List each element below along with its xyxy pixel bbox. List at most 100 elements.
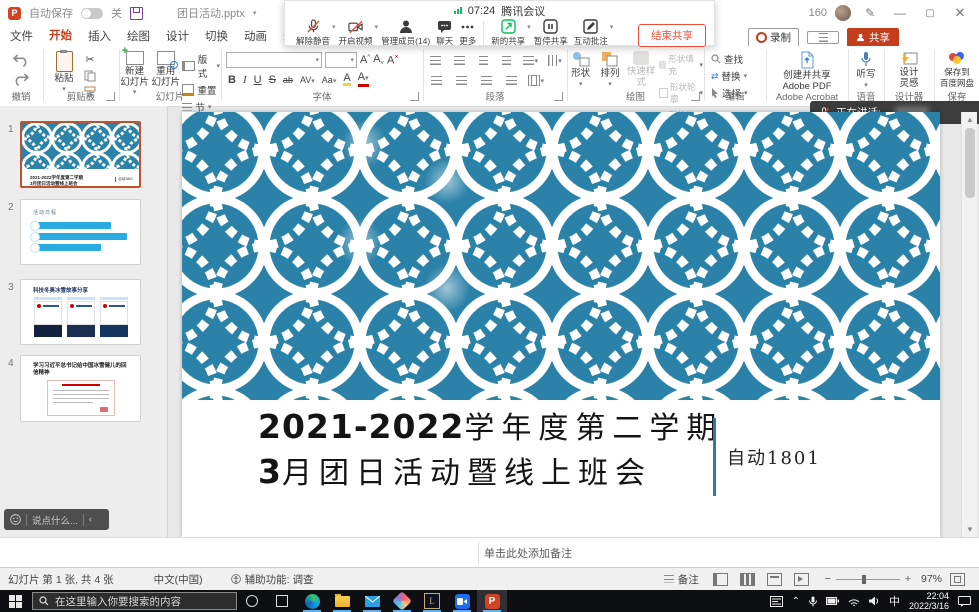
text-direction-icon[interactable]: ▾	[547, 53, 562, 68]
manage-members-button[interactable]: 管理成员(14)	[378, 19, 433, 47]
align-left-icon[interactable]	[428, 73, 444, 88]
slide-thumbnail-4[interactable]: 学习习近平总书记给中国冰雪健儿的回信精神	[20, 355, 141, 422]
taskbar-app-mail[interactable]	[357, 590, 387, 612]
italic-button[interactable]: I	[243, 74, 247, 86]
meeting-chat-pill[interactable]: 说点什么... ‹	[4, 509, 109, 530]
replace-button[interactable]: ⇄替换▾	[711, 69, 747, 83]
end-share-button[interactable]: 结束共享	[638, 24, 706, 47]
dictate-button[interactable]: 听写▾	[849, 46, 883, 91]
undo-icon[interactable]	[13, 52, 29, 67]
taskbar-app-powerpoint[interactable]: P	[477, 590, 507, 612]
record-button[interactable]: 录制	[748, 28, 799, 47]
shrink-font-icon[interactable]: A˅	[373, 53, 384, 67]
new-share-button[interactable]: 新的共享	[488, 19, 528, 47]
autosave-toggle[interactable]	[81, 8, 103, 19]
save-to-baidu-button[interactable]: 保存到百度网盘	[935, 46, 979, 88]
underline-button[interactable]: U	[254, 74, 262, 86]
collapse-chat-icon[interactable]: ‹	[89, 514, 92, 525]
cut-icon[interactable]: ✂	[85, 53, 94, 66]
comments-button[interactable]	[807, 31, 839, 44]
slide-thumbnail-3[interactable]: 科技冬奥冰雪故事分享	[20, 279, 141, 345]
task-view-button[interactable]	[267, 590, 297, 612]
increase-indent-icon[interactable]	[499, 53, 514, 68]
zoom-level[interactable]: 97%	[921, 573, 942, 585]
columns-icon[interactable]: ▾	[528, 73, 544, 88]
accessibility-status[interactable]: 辅助功能: 调查	[231, 572, 314, 587]
slideshow-button[interactable]	[794, 573, 809, 586]
numbering-icon[interactable]	[452, 53, 467, 68]
more-button[interactable]: 更多	[456, 19, 479, 47]
grow-font-icon[interactable]: A^	[360, 54, 370, 66]
create-pdf-button[interactable]: 创建并共享Adobe PDF	[767, 46, 847, 92]
battery-icon[interactable]	[826, 597, 839, 605]
align-center-icon[interactable]	[453, 73, 469, 88]
copy-icon[interactable]	[84, 70, 96, 82]
justify-icon[interactable]	[503, 73, 519, 88]
network-icon[interactable]	[848, 596, 860, 606]
taskbar-clock[interactable]: 22:042022/3/16	[909, 591, 949, 611]
align-right-icon[interactable]	[478, 73, 494, 88]
zoom-in-button[interactable]: +	[905, 573, 911, 585]
clipboard-dialog-launcher[interactable]	[106, 92, 115, 101]
zoom-slider[interactable]	[836, 579, 900, 580]
slide-subtitle[interactable]: 自动1801	[727, 444, 821, 470]
scrollbar-thumb[interactable]	[965, 128, 975, 198]
tab-animations[interactable]: 动画	[236, 25, 275, 47]
zoom-out-button[interactable]: −	[825, 573, 831, 585]
annotate-options-icon[interactable]: ▾	[610, 23, 614, 31]
pause-share-button[interactable]: 暂停共享	[531, 19, 571, 47]
reuse-slides-button[interactable]: 重用幻灯片	[151, 51, 180, 88]
document-title[interactable]: 团日活动.pptx	[177, 5, 245, 21]
share-button[interactable]: 共享	[847, 28, 899, 47]
tab-file[interactable]: 文件	[2, 25, 41, 47]
start-video-button[interactable]: 开启视频	[336, 19, 376, 47]
font-size-dropdown[interactable]: ▾	[325, 52, 357, 68]
tab-design[interactable]: 设计	[158, 25, 197, 47]
bold-button[interactable]: B	[228, 74, 236, 86]
taskbar-app-colorful[interactable]	[387, 590, 417, 612]
normal-view-button[interactable]	[713, 573, 728, 586]
chat-button[interactable]: 聊天	[433, 19, 456, 47]
annotate-button[interactable]: 互动批注	[571, 19, 611, 47]
taskbar-search[interactable]: 在这里输入你要搜索的内容	[32, 592, 237, 610]
drawing-dialog-launcher[interactable]	[691, 92, 700, 101]
highlight-color-icon[interactable]: A	[343, 73, 350, 86]
fit-to-window-button[interactable]	[950, 573, 965, 586]
chat-input-placeholder[interactable]: 说点什么...	[32, 513, 78, 527]
clear-format-icon[interactable]: A×	[387, 54, 398, 67]
ime-indicator[interactable]: 中	[889, 593, 900, 609]
slide-thumbnail-1[interactable]: 2021-2022学年度第二学期3月团日活动暨线上班会 自动1801	[20, 121, 141, 188]
tray-mic-icon[interactable]	[809, 596, 817, 607]
scroll-down-icon[interactable]: ▼	[962, 525, 978, 534]
shapes-button[interactable]: 形状▾	[568, 51, 593, 90]
notes-placeholder[interactable]: 单击此处添加备注	[484, 545, 572, 561]
find-button[interactable]: 查找	[711, 52, 743, 66]
slide-sorter-view-button[interactable]	[740, 573, 755, 586]
decrease-indent-icon[interactable]	[476, 53, 491, 68]
unmute-button[interactable]: 解除静音	[293, 19, 333, 47]
scroll-up-icon[interactable]: ▲	[962, 112, 978, 124]
bullets-icon[interactable]	[428, 53, 443, 68]
reading-view-button[interactable]	[767, 573, 782, 586]
save-icon[interactable]	[130, 7, 143, 20]
news-widget-icon[interactable]	[770, 596, 783, 607]
shape-fill-button[interactable]: 形状填充▾	[659, 53, 703, 77]
taskbar-app-explorer[interactable]	[327, 590, 357, 612]
language-status[interactable]: 中文(中国)	[154, 572, 203, 587]
maximize-button[interactable]: ▢	[919, 8, 941, 19]
tab-home[interactable]: 开始	[41, 24, 80, 48]
tab-draw[interactable]: 绘图	[119, 25, 158, 47]
close-button[interactable]: ✕	[949, 5, 971, 21]
redo-icon[interactable]	[13, 71, 29, 86]
taskbar-app-meeting[interactable]	[447, 590, 477, 612]
tab-insert[interactable]: 插入	[80, 25, 119, 47]
slide-title[interactable]: 2021-2022学年度第二学期 3月团日活动暨线上班会	[258, 408, 723, 498]
collapse-ribbon-icon[interactable]: ⌄	[957, 90, 965, 101]
strike-ab-icon[interactable]: ab	[283, 75, 293, 85]
volume-icon[interactable]	[869, 596, 880, 606]
change-case-icon[interactable]: Aa▾	[322, 75, 337, 85]
notes-toggle-button[interactable]: 备注	[664, 572, 699, 587]
ink-pen-icon[interactable]: ✎	[859, 6, 881, 20]
font-dialog-launcher[interactable]	[410, 92, 419, 101]
minimize-button[interactable]: —	[889, 6, 911, 20]
